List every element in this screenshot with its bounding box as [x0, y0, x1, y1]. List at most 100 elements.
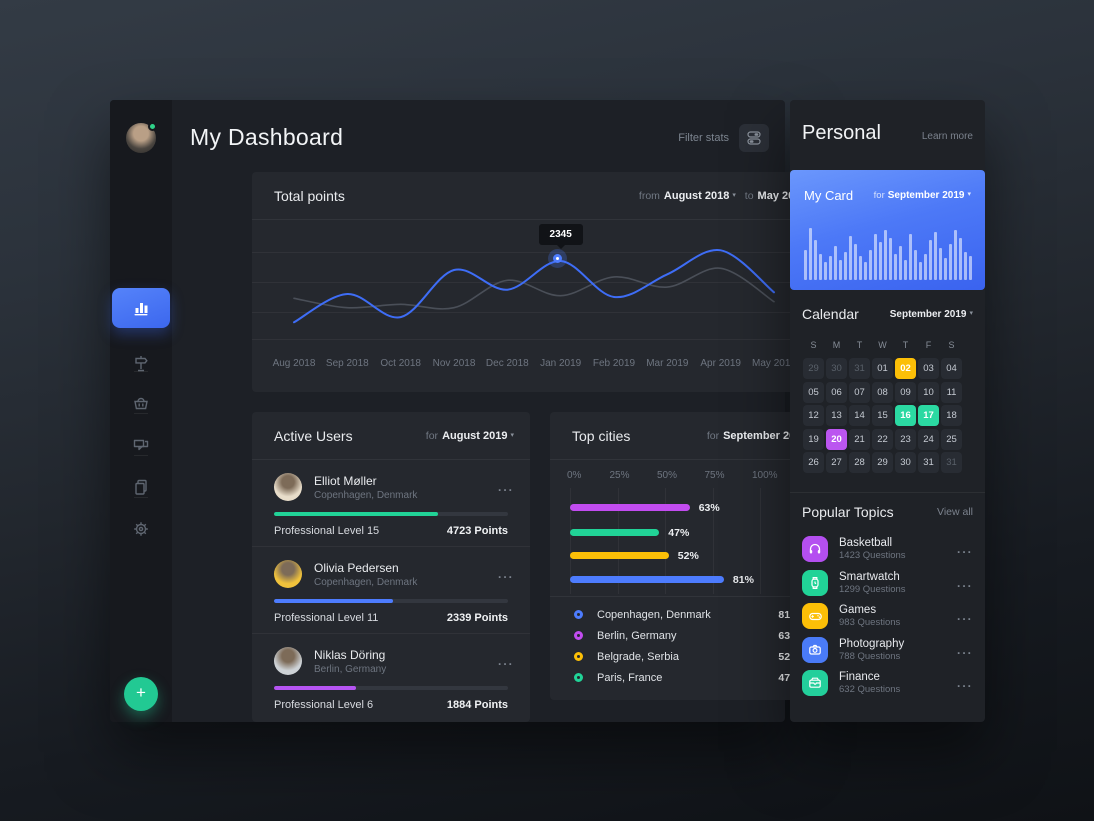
calendar-day[interactable]: 18 — [941, 405, 962, 426]
city-bar: 81% — [570, 576, 754, 583]
more-options-button[interactable]: ... — [957, 542, 973, 556]
calendar-day[interactable]: 24 — [918, 429, 939, 450]
chevron-down-icon: ▾ — [732, 192, 736, 199]
sidebar-item-messages[interactable] — [110, 433, 172, 457]
x-axis-label: Feb 2019 — [584, 358, 644, 369]
calendar-day[interactable]: 14 — [849, 405, 870, 426]
sparkline-bar — [949, 244, 952, 280]
calendar-day[interactable]: 02 — [895, 358, 916, 379]
calendar-day[interactable]: 30 — [826, 358, 847, 379]
sparkline-bar — [844, 252, 847, 280]
calendar-day[interactable]: 21 — [849, 429, 870, 450]
calendar-day[interactable]: 10 — [918, 382, 939, 403]
calendar-day[interactable]: 29 — [803, 358, 824, 379]
calendar-day[interactable]: 27 — [826, 452, 847, 473]
calendar-period-selector[interactable]: September 2019▾ — [890, 309, 973, 320]
view-all-link[interactable]: View all — [937, 506, 973, 518]
calendar-day[interactable]: 20 — [826, 429, 847, 450]
sidebar-item-dashboard[interactable] — [112, 288, 170, 328]
gear-icon — [131, 519, 151, 539]
calendar-day[interactable]: 06 — [826, 382, 847, 403]
chart-highlight-point[interactable] — [553, 254, 562, 263]
calendar-day[interactable]: 30 — [895, 452, 916, 473]
chevron-down-icon: ▾ — [967, 191, 971, 198]
calendar-day[interactable]: 15 — [872, 405, 893, 426]
top-cities-card: Top cities forSeptember 2019▾ 0%25%50%75… — [550, 412, 830, 700]
calendar-day[interactable]: 19 — [803, 429, 824, 450]
more-options-button[interactable]: ... — [498, 654, 514, 668]
bar-chart-icon — [131, 298, 151, 318]
calendar-day-headers: SMTWTFS — [803, 340, 962, 350]
sidebar: + — [110, 100, 172, 722]
calendar-day[interactable]: 08 — [872, 382, 893, 403]
more-options-button[interactable]: ... — [957, 676, 973, 690]
day-of-week-label: T — [849, 340, 870, 350]
more-options-button[interactable]: ... — [957, 576, 973, 590]
bar-value-label: 47% — [668, 527, 689, 539]
calendar-day[interactable]: 04 — [941, 358, 962, 379]
user-level: Professional Level 6 — [274, 699, 373, 711]
user-avatar — [274, 560, 302, 588]
sidebar-item-documents[interactable] — [110, 475, 172, 499]
active-user-row: Olivia Pedersen Copenhagen, Denmark ... … — [252, 547, 530, 634]
chevron-down-icon: ▾ — [969, 310, 973, 317]
sparkline-bar — [859, 256, 862, 280]
calendar-day[interactable]: 25 — [941, 429, 962, 450]
calendar-day[interactable]: 28 — [849, 452, 870, 473]
calendar-day[interactable]: 29 — [872, 452, 893, 473]
legend-row: Belgrade, Serbia 52.95% — [550, 646, 830, 667]
x-axis-label: Dec 2018 — [477, 358, 537, 369]
calendar-day[interactable]: 31 — [849, 358, 870, 379]
active-user-row: Elliot Møller Copenhagen, Denmark ... Pr… — [252, 460, 530, 547]
user-points: 1884 Points — [447, 699, 508, 711]
sparkline-bar — [864, 262, 867, 280]
more-options-button[interactable]: ... — [498, 480, 514, 494]
signpost-icon — [131, 353, 151, 373]
topic-row[interactable]: Basketball 1423 Questions ... — [802, 536, 973, 562]
city-name: Paris, France — [597, 672, 778, 684]
user-location: Copenhagen, Denmark — [314, 577, 498, 588]
calendar-day[interactable]: 09 — [895, 382, 916, 403]
topic-name: Smartwatch — [839, 571, 957, 583]
add-button[interactable]: + — [124, 677, 158, 711]
more-options-button[interactable]: ... — [957, 643, 973, 657]
calendar-day[interactable]: 31 — [918, 452, 939, 473]
calendar-day[interactable]: 13 — [826, 405, 847, 426]
legend-ring-icon — [574, 652, 583, 661]
period-selector[interactable]: forSeptember 2019▾ — [874, 190, 971, 201]
sidebar-item-basket[interactable] — [110, 391, 172, 415]
user-avatar[interactable] — [126, 123, 156, 153]
filter-stats-button[interactable] — [739, 124, 769, 152]
topics-list: Basketball 1423 Questions ... Smartwatch… — [802, 536, 973, 704]
calendar-day[interactable]: 11 — [941, 382, 962, 403]
calendar-day[interactable]: 31 — [941, 452, 962, 473]
calendar-day[interactable]: 22 — [872, 429, 893, 450]
calendar-day[interactable]: 17 — [918, 405, 939, 426]
calendar-day[interactable]: 12 — [803, 405, 824, 426]
period-selector[interactable]: forAugust 2019▾ — [426, 430, 514, 442]
calendar-day[interactable]: 01 — [872, 358, 893, 379]
more-options-button[interactable]: ... — [498, 567, 514, 581]
calendar-day[interactable]: 05 — [803, 382, 824, 403]
calendar-day[interactable]: 23 — [895, 429, 916, 450]
date-range-selector[interactable]: fromAugust 2018▾ toMay 2019▾ — [639, 190, 813, 202]
sparkline-bar — [829, 256, 832, 280]
calendar-day[interactable]: 03 — [918, 358, 939, 379]
total-points-title: Total points — [274, 188, 345, 204]
learn-more-link[interactable]: Learn more — [922, 131, 973, 142]
main-content: My Dashboard Filter stats Total points — [172, 100, 785, 722]
more-options-button[interactable]: ... — [957, 609, 973, 623]
city-bar: 63% — [570, 504, 720, 511]
bar-value-label: 63% — [699, 502, 720, 514]
sidebar-item-settings[interactable] — [110, 517, 172, 541]
topic-row[interactable]: Smartwatch 1299 Questions ... — [802, 570, 973, 596]
topic-row[interactable]: Photography 788 Questions ... — [802, 637, 973, 663]
topic-row[interactable]: Games 983 Questions ... — [802, 603, 973, 629]
calendar-day[interactable]: 07 — [849, 382, 870, 403]
active-users-list: Elliot Møller Copenhagen, Denmark ... Pr… — [252, 460, 530, 721]
calendar-day[interactable]: 16 — [895, 405, 916, 426]
my-card[interactable]: My Card forSeptember 2019▾ — [790, 170, 985, 290]
calendar-day[interactable]: 26 — [803, 452, 824, 473]
topic-row[interactable]: Finance 632 Questions ... — [802, 670, 973, 696]
user-location: Berlin, Germany — [314, 664, 498, 675]
